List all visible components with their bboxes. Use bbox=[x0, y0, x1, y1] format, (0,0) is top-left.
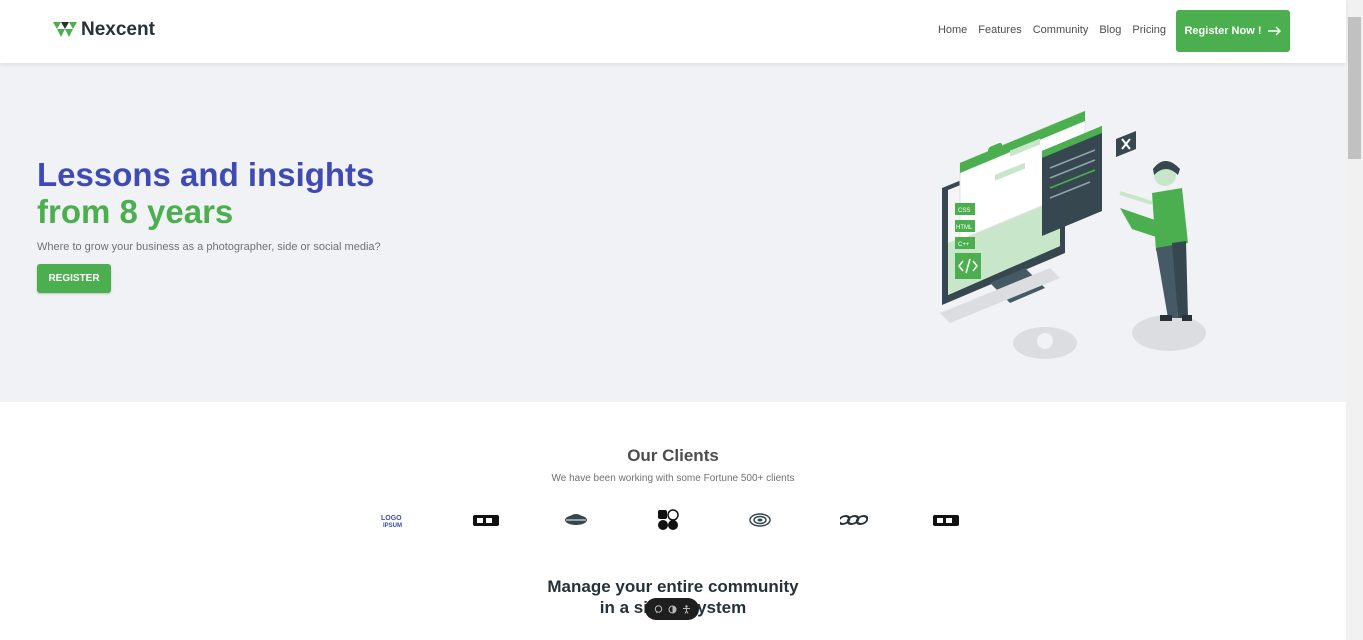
brand-name: Nexcent bbox=[81, 19, 155, 40]
contrast-icon[interactable] bbox=[668, 605, 677, 614]
brand-logo[interactable]: Nexcent bbox=[53, 19, 155, 41]
nav-blog[interactable]: Blog bbox=[1099, 24, 1121, 36]
client-logo-5 bbox=[748, 509, 840, 531]
manage-title-line1: Manage your entire community bbox=[547, 577, 799, 596]
infinity-links-icon bbox=[840, 515, 868, 525]
hero-register-button[interactable]: REGISTER bbox=[37, 264, 111, 293]
close-icon bbox=[1116, 131, 1136, 157]
site-header: Nexcent Home Features Community Blog Pri… bbox=[0, 0, 1346, 63]
clients-subtitle: We have been working with some Fortune 5… bbox=[551, 473, 795, 484]
comment-icon[interactable] bbox=[654, 604, 663, 614]
hero-title-line1: Lessons and insights bbox=[37, 156, 375, 193]
hero-illustration: CSS HTML C++ bbox=[940, 110, 1206, 359]
register-now-button[interactable]: Register Now ! bbox=[1176, 10, 1290, 52]
register-now-label: Register Now ! bbox=[1184, 25, 1262, 37]
client-logo-6 bbox=[840, 509, 932, 531]
nav-pricing[interactable]: Pricing bbox=[1132, 24, 1166, 36]
tag-css: CSS bbox=[958, 208, 970, 214]
client-logo-1: LOGO IPSUM bbox=[380, 509, 472, 531]
nav-features[interactable]: Features bbox=[978, 24, 1021, 36]
client-logo-3 bbox=[564, 509, 656, 531]
hero-title-line2: from 8 years bbox=[37, 193, 234, 230]
hero-title: Lessons and insights from 8 years bbox=[37, 156, 374, 230]
nexcent-logo-icon bbox=[53, 22, 77, 37]
page: Nexcent Home Features Community Blog Pri… bbox=[0, 0, 1346, 640]
mono-mark-icon bbox=[933, 515, 959, 526]
client-logos: LOGO IPSUM bbox=[380, 509, 1024, 531]
clients-title: Our Clients bbox=[627, 446, 719, 465]
main-nav: Home Features Community Blog Pricing bbox=[938, 24, 1166, 36]
tag-cpp: C++ bbox=[958, 242, 970, 248]
nav-home[interactable]: Home bbox=[938, 24, 967, 36]
svg-text:IPSUM: IPSUM bbox=[383, 523, 402, 528]
accessibility-icon[interactable] bbox=[682, 604, 691, 614]
arrow-right-icon bbox=[1267, 26, 1281, 36]
tag-html: HTML bbox=[956, 225, 973, 231]
client-logo-7 bbox=[932, 509, 1024, 531]
concentric-ovals-icon bbox=[749, 513, 771, 527]
logoipsum-text-icon: LOGO IPSUM bbox=[381, 515, 402, 528]
hero-subtitle: Where to grow your business as a photogr… bbox=[37, 241, 381, 253]
gear-icon bbox=[1013, 327, 1077, 359]
person-figure bbox=[1119, 161, 1192, 321]
floating-toolbar bbox=[645, 598, 699, 620]
nav-community[interactable]: Community bbox=[1033, 24, 1089, 36]
saucer-icon bbox=[565, 514, 587, 525]
client-logo-2 bbox=[472, 509, 564, 531]
hero-section: Lessons and insights from 8 years Where … bbox=[0, 63, 1346, 402]
scrollbar-thumb[interactable] bbox=[1348, 17, 1361, 159]
svg-text:LOGO: LOGO bbox=[381, 515, 402, 522]
mono-mark-icon bbox=[473, 515, 499, 526]
quad-circles-icon bbox=[658, 509, 679, 530]
client-logo-4 bbox=[656, 509, 748, 531]
